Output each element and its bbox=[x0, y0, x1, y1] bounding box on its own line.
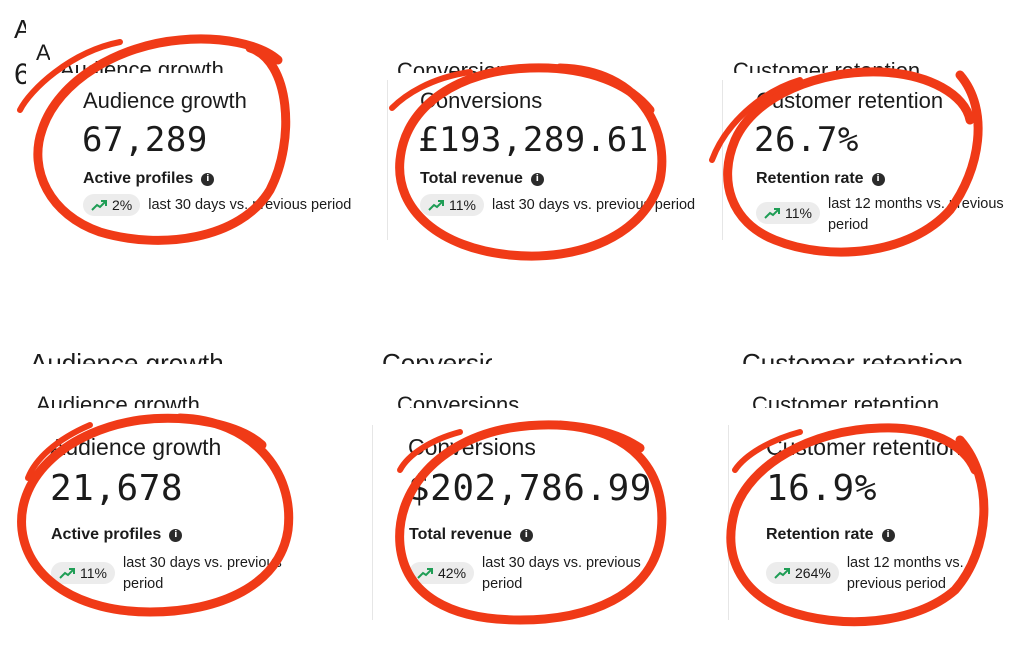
card-title: Conversions bbox=[408, 434, 536, 460]
trend-up-icon bbox=[774, 568, 790, 579]
metric-label: Active profiles bbox=[51, 526, 162, 543]
trend-up-icon bbox=[417, 568, 433, 579]
info-icon[interactable]: i bbox=[881, 528, 895, 542]
comparison-period: last 30 days vs. previous period bbox=[482, 553, 641, 595]
change-value: 2% bbox=[112, 197, 133, 213]
card-title: Customer retention bbox=[756, 88, 944, 113]
comparison-period-line: previous period bbox=[846, 576, 946, 592]
ghost-title-fragment: Customer retention bbox=[742, 348, 972, 364]
change-value: 42% bbox=[438, 565, 467, 581]
metric-card-audience-growth: Audience growth 67,289 Active profiles i… bbox=[48, 76, 378, 246]
metric-label-row: Total revenue i bbox=[420, 170, 544, 188]
trend-up-icon bbox=[428, 200, 444, 211]
metric-card-audience-growth: Audience growth 21,678 Active profiles i… bbox=[20, 422, 365, 622]
ghost-title-fragment: 6 bbox=[14, 58, 26, 92]
metric-change-row: 11% last 30 days vs. previous period bbox=[51, 553, 282, 595]
ghost-title-fragment: Customer retention bbox=[752, 392, 992, 408]
trend-up-icon bbox=[91, 200, 107, 211]
metric-label-row: Retention rate i bbox=[766, 526, 895, 544]
ghost-title-fragment: Audience growth bbox=[60, 57, 240, 73]
ghost-title-fragment: Conversions bbox=[382, 348, 492, 364]
metric-label: Total revenue bbox=[409, 526, 512, 543]
metric-label: Total revenue bbox=[420, 170, 523, 187]
info-icon[interactable]: i bbox=[519, 528, 533, 542]
card-title: Audience growth bbox=[50, 434, 222, 460]
comparison-period-line: last 12 months vs. previous bbox=[827, 196, 1004, 212]
trend-up-icon bbox=[764, 208, 780, 219]
comparison-period-line: period bbox=[482, 576, 523, 592]
ghost-title-fragment: Audience growth bbox=[30, 348, 240, 364]
metric-label: Retention rate bbox=[756, 170, 864, 187]
info-icon[interactable]: i bbox=[169, 528, 183, 542]
metric-label-row: Active profiles i bbox=[83, 170, 215, 188]
metric-label: Retention rate bbox=[766, 526, 874, 543]
ghost-title-fragment: Audience growth bbox=[36, 40, 50, 70]
change-value: 11% bbox=[785, 205, 812, 221]
comparison-period: last 30 days vs. previous period bbox=[491, 196, 696, 213]
metric-label-row: Total revenue i bbox=[409, 526, 533, 544]
comparison-period-line: last 30 days vs. previous bbox=[482, 555, 641, 571]
metric-value: 21,678 bbox=[50, 468, 184, 509]
ghost-title-fragment: Conversions bbox=[397, 58, 527, 73]
info-icon[interactable]: i bbox=[530, 172, 544, 186]
card-divider bbox=[728, 425, 729, 620]
card-title: Audience growth bbox=[83, 88, 247, 113]
metric-card-customer-retention: Customer retention 26.7% Retention rate … bbox=[724, 76, 1020, 246]
metric-label-row: Active profiles i bbox=[51, 526, 183, 544]
comparison-period: last 30 days vs. previous period bbox=[123, 553, 282, 595]
change-badge: 11% bbox=[756, 202, 820, 224]
comparison-period: last 12 months vs. previous period bbox=[847, 553, 964, 595]
metric-label: Active profiles bbox=[83, 170, 194, 187]
metric-change-row: 11% last 30 days vs. previous period bbox=[420, 194, 695, 216]
ghost-title-fragment: Audience growth bbox=[14, 14, 26, 46]
comparison-period-line: last 12 months vs. bbox=[846, 555, 964, 571]
metric-value: £193,289.61 bbox=[418, 120, 649, 160]
ghost-title-fragment: Customer retention bbox=[733, 58, 953, 73]
change-badge: 2% bbox=[83, 194, 141, 216]
comparison-period-line: period bbox=[122, 576, 164, 592]
metric-value: 67,289 bbox=[82, 120, 208, 160]
card-title: Conversions bbox=[420, 88, 543, 113]
metric-label-row: Retention rate i bbox=[756, 170, 885, 188]
metric-change-row: 42% last 30 days vs. previous period bbox=[409, 553, 641, 595]
metric-card-conversions: Conversions $202,786.99 Total revenue i … bbox=[378, 422, 723, 622]
metric-change-row: 2% last 30 days vs. previous period bbox=[83, 194, 351, 216]
card-title: Customer retention bbox=[766, 434, 962, 460]
comparison-period: last 30 days vs. previous period bbox=[148, 196, 352, 213]
change-value: 264% bbox=[795, 565, 831, 581]
metric-change-row: 11% last 12 months vs. previous period bbox=[756, 194, 1004, 236]
metric-card-customer-retention: Customer retention 16.9% Retention rate … bbox=[736, 422, 1020, 622]
card-divider bbox=[722, 80, 723, 240]
change-badge: 264% bbox=[766, 562, 839, 584]
info-icon[interactable]: i bbox=[201, 172, 215, 186]
ghost-title-fragment: Audience growth bbox=[36, 392, 246, 408]
comparison-period-line: period bbox=[827, 217, 869, 233]
change-value: 11% bbox=[80, 565, 107, 581]
card-divider bbox=[372, 425, 373, 620]
metric-card-conversions: Conversions £193,289.61 Total revenue i … bbox=[388, 76, 718, 246]
trend-up-icon bbox=[59, 568, 75, 579]
change-badge: 42% bbox=[409, 562, 475, 584]
metric-change-row: 264% last 12 months vs. previous period bbox=[766, 553, 964, 595]
ghost-title-fragment: Conversions bbox=[397, 392, 547, 408]
comparison-period: last 12 months vs. previous period bbox=[828, 194, 1004, 236]
change-badge: 11% bbox=[420, 194, 484, 216]
change-value: 11% bbox=[449, 197, 476, 213]
comparison-period-line: last 30 days vs. previous bbox=[122, 555, 282, 571]
metric-value: 16.9% bbox=[766, 468, 877, 509]
metric-value: $202,786.99 bbox=[408, 468, 652, 509]
info-icon[interactable]: i bbox=[871, 172, 885, 186]
change-badge: 11% bbox=[51, 562, 115, 584]
metric-value: 26.7% bbox=[754, 120, 859, 160]
